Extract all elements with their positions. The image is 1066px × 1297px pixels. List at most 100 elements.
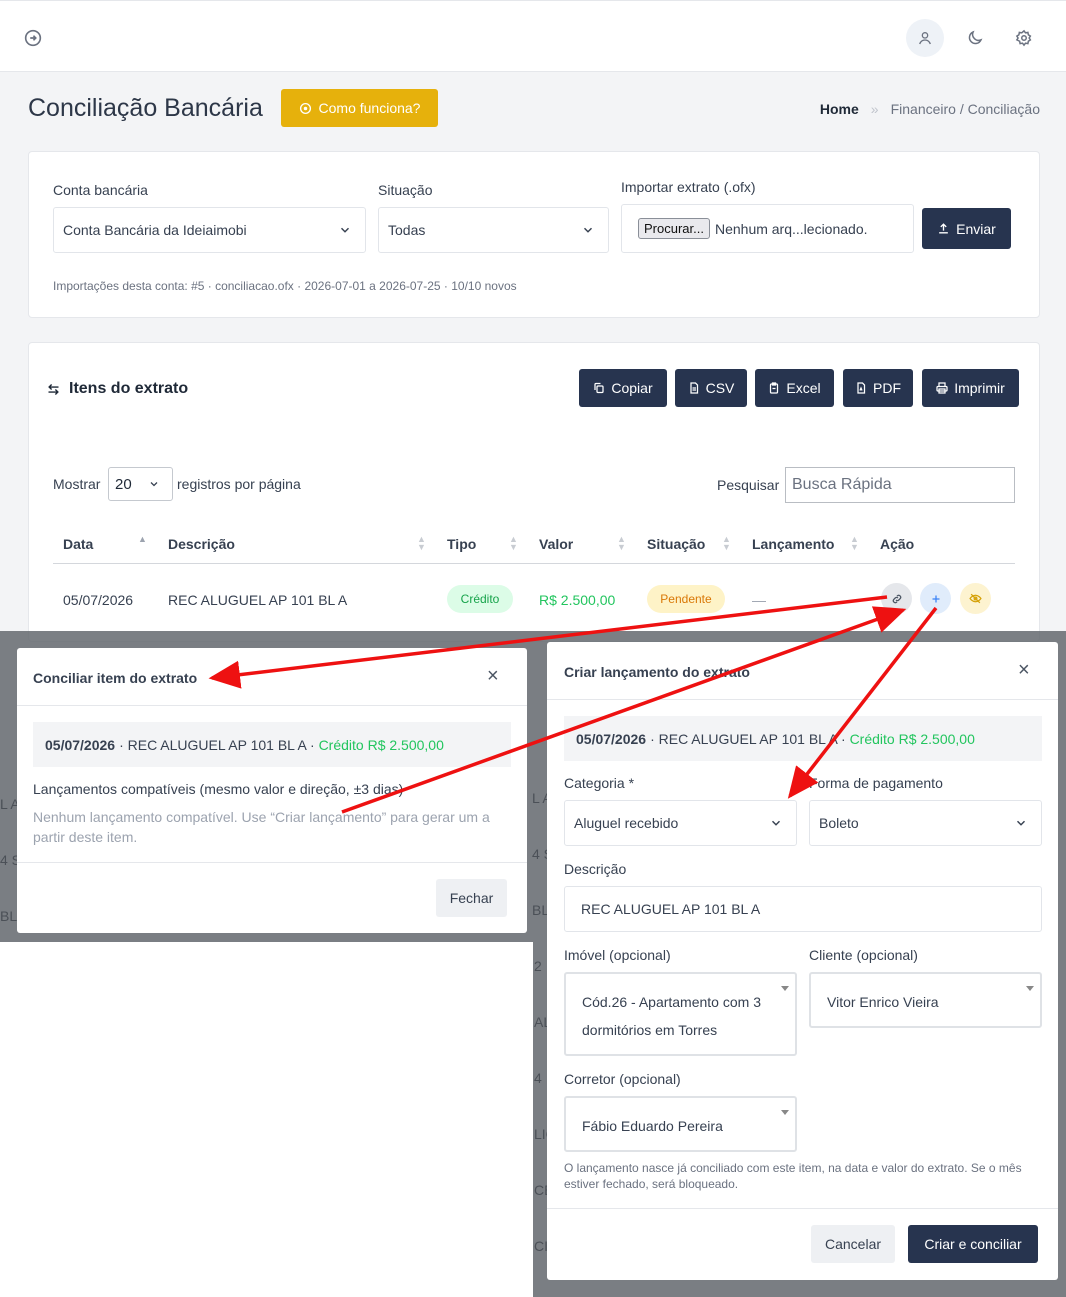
how-it-works-button[interactable]: Como funciona? [281, 89, 438, 127]
sort-asc-icon: ▲ [138, 534, 147, 544]
print-button[interactable]: Imprimir [922, 369, 1019, 407]
cliente-value: Vitor Enrico Vieira [827, 994, 939, 1010]
situacao-label: Situação [378, 182, 433, 198]
situacao-select[interactable]: Todas [378, 207, 609, 253]
corretor-select[interactable]: Fábio Eduardo Pereira [564, 1096, 797, 1152]
ofx-file-input[interactable]: Procurar... Nenhum arq...lecionado. [621, 204, 914, 253]
row-valor: R$ 2.500,00 [539, 592, 616, 608]
row-data: 05/07/2026 [63, 592, 134, 608]
forma-value: Boleto [819, 815, 859, 831]
sort-icon: ▲ ▼ [617, 534, 626, 552]
page-background-region [0, 942, 533, 1297]
chevron-down-icon [1016, 820, 1026, 826]
table-header-divider [53, 563, 1015, 564]
row-descricao: REC ALUGUEL AP 101 BL A [168, 592, 348, 608]
create-entry-button[interactable] [920, 583, 951, 614]
forma-label: Forma de pagamento [809, 775, 943, 791]
file-status: Nenhum arq...lecionado. [714, 220, 868, 237]
user-icon [919, 32, 931, 45]
search-input[interactable]: Busca Rápida [785, 467, 1015, 503]
col-valor[interactable]: Valor [539, 536, 573, 552]
col-descricao[interactable]: Descrição [168, 536, 235, 552]
reconcile-modal-title: Conciliar item do extrato [33, 670, 198, 686]
cliente-select[interactable]: Vitor Enrico Vieira [809, 972, 1042, 1028]
user-menu-button[interactable] [906, 19, 944, 57]
compatible-label: Lançamentos compatíveis (mesmo valor e d… [33, 781, 404, 797]
chevron-down-icon [150, 482, 158, 487]
cancel-button[interactable]: Cancelar [811, 1225, 895, 1263]
theme-toggle-button[interactable] [956, 19, 994, 57]
col-data[interactable]: Data [63, 536, 93, 552]
browse-button[interactable]: Procurar... [638, 218, 710, 239]
item-date: 05/07/2026 [45, 736, 116, 753]
file-pdf-icon [857, 382, 866, 394]
close-icon[interactable]: × [1018, 659, 1030, 682]
close-button[interactable]: Fechar [436, 879, 507, 917]
item-value: Crédito R$ 2.500,00 [849, 730, 975, 747]
row-lancamento: — [752, 592, 766, 608]
sidebar-toggle-icon[interactable] [22, 27, 44, 49]
descricao-input[interactable]: REC ALUGUEL AP 101 BL A [564, 886, 1042, 932]
ignore-button[interactable] [960, 583, 991, 614]
copy-label: Copiar [611, 380, 653, 396]
conta-select[interactable]: Conta Bancária da Ideiaimobi [53, 207, 366, 253]
moon-icon [968, 30, 983, 45]
dropdown-arrow-icon [1026, 986, 1034, 991]
forma-select[interactable]: Boleto [809, 800, 1042, 846]
create-note: O lançamento nasce já conciliado com est… [564, 1161, 1022, 1191]
import-label: Importar extrato (.ofx) [621, 179, 756, 195]
cliente-label: Cliente (opcional) [809, 947, 918, 963]
col-situacao[interactable]: Situação [647, 536, 705, 552]
close-icon[interactable]: × [487, 665, 499, 688]
dropdown-arrow-icon [781, 986, 789, 991]
modal-divider [17, 862, 527, 863]
excel-button[interactable]: Excel [755, 369, 834, 407]
swap-arrows-icon [48, 383, 59, 395]
top-bar [0, 0, 1066, 72]
create-and-reconcile-button[interactable]: Criar e conciliar [908, 1225, 1038, 1263]
breadcrumb-home[interactable]: Home [820, 101, 859, 117]
printer-icon [936, 382, 948, 394]
copy-button[interactable]: Copiar [579, 369, 667, 407]
imovel-value: Cód.26 - Apartamento com 3 dormitórios e… [582, 994, 761, 1038]
pdf-label: PDF [873, 380, 901, 396]
conta-value: Conta Bancária da Ideiaimobi [63, 222, 247, 238]
col-lancamento[interactable]: Lançamento [752, 536, 834, 552]
items-title: Itens do extrato [46, 380, 188, 398]
pdf-button[interactable]: PDF [843, 369, 913, 407]
csv-label: CSV [705, 380, 735, 396]
send-button[interactable]: Enviar [922, 208, 1011, 249]
imovel-select[interactable]: Cód.26 - Apartamento com 3 dormitórios e… [564, 972, 797, 1056]
print-label: Imprimir [954, 380, 1005, 396]
chevron-down-icon [771, 820, 781, 826]
imovel-label: Imóvel (opcional) [564, 947, 671, 963]
background-fragment: BL [0, 908, 18, 924]
page-size-select[interactable]: 20 [108, 467, 173, 501]
categoria-value: Aluguel recebido [574, 815, 679, 831]
import-info: Importações desta conta: #5 · conciliaca… [53, 279, 517, 293]
col-acao: Ação [880, 536, 915, 552]
reconcile-button[interactable] [881, 583, 912, 614]
modal-divider [547, 699, 1058, 700]
categoria-select[interactable]: Aluguel recebido [564, 800, 797, 846]
background-fragment: CI [534, 1238, 548, 1254]
col-tipo[interactable]: Tipo [447, 536, 476, 552]
situacao-value: Todas [388, 222, 426, 238]
show-label: Mostrar [53, 476, 101, 492]
reconcile-item-summary: 05/07/2026 · REC ALUGUEL AP 101 BL A · C… [33, 722, 511, 767]
modal-divider [17, 705, 527, 706]
csv-button[interactable]: CSV [675, 369, 747, 407]
page-title: Conciliação Bancária [28, 94, 263, 122]
info-circle-icon [299, 102, 311, 114]
settings-button[interactable] [1005, 19, 1043, 57]
conta-label: Conta bancária [53, 182, 148, 198]
corretor-value: Fábio Eduardo Pereira [582, 1118, 723, 1134]
search-placeholder: Busca Rápida [792, 476, 892, 493]
page-size-value: 20 [115, 475, 132, 493]
breadcrumb-path: Financeiro / Conciliação [890, 101, 1040, 117]
create-item-summary: 05/07/2026 · REC ALUGUEL AP 101 BL A · C… [564, 716, 1042, 761]
status-badge: Pendente [647, 585, 725, 613]
breadcrumb: Home » Financeiro / Conciliação [820, 101, 1040, 117]
breadcrumb-separator: » [870, 101, 879, 117]
chevron-down-icon [583, 227, 593, 233]
